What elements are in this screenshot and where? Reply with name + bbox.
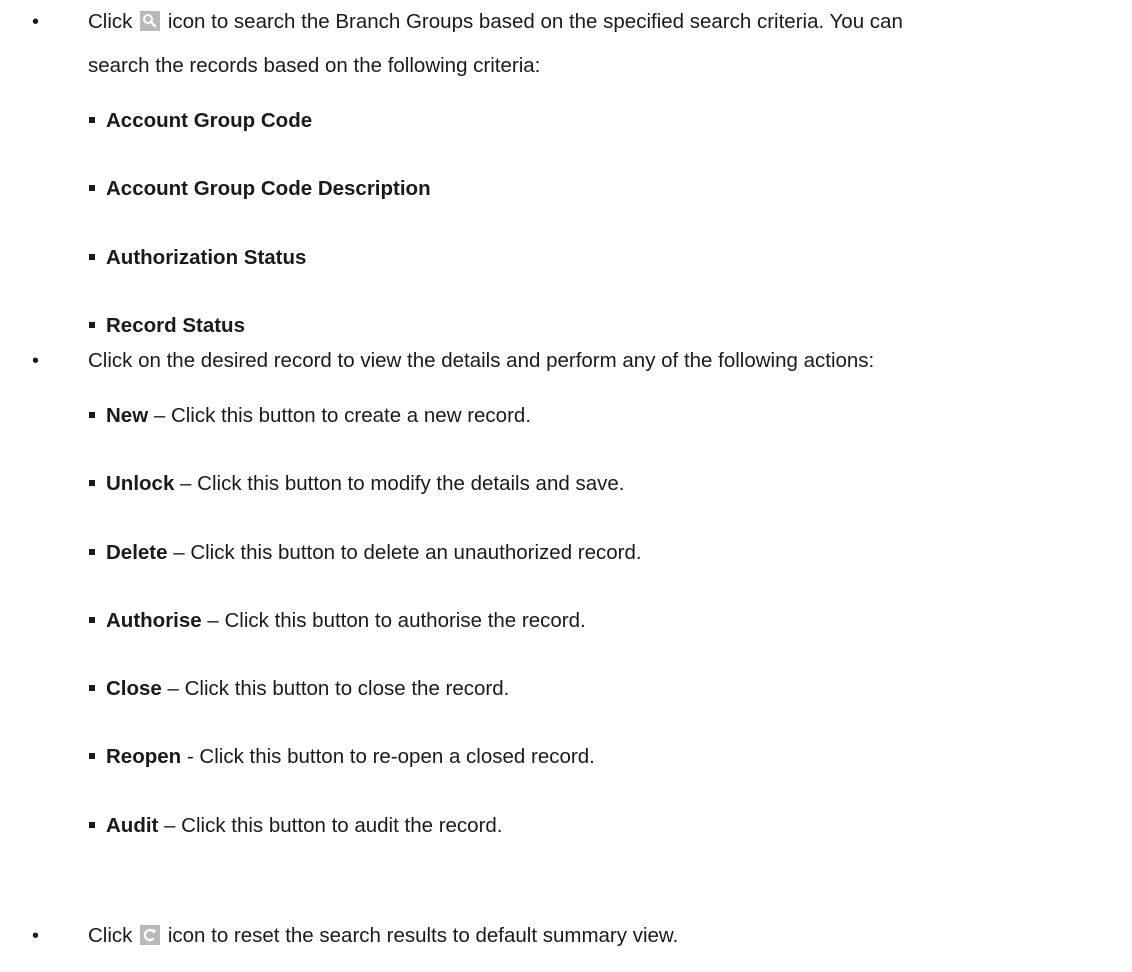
square-bullet [89, 685, 95, 691]
action-label: Delete [106, 541, 168, 564]
action-text: Reopen - Click this button to re-open a … [106, 735, 595, 779]
square-bullet [89, 617, 95, 623]
criteria-label: Account Group Code Description [106, 177, 431, 200]
square-bullet [89, 822, 95, 828]
action-text: New – Click this button to create a new … [106, 394, 531, 438]
action-text: Audit – Click this button to audit the r… [106, 804, 503, 848]
square-bullet [89, 412, 95, 418]
square-bullet [89, 254, 95, 260]
criteria-label: Account Group Code [106, 109, 313, 132]
action-description: – Click this button to delete an unautho… [167, 541, 642, 564]
bullet: • [32, 350, 40, 372]
reset-icon [140, 925, 161, 945]
search-description-continued: search the records based on the followin… [88, 54, 541, 77]
action-label: Close [106, 677, 162, 700]
bullet: • [32, 11, 40, 33]
square-bullet [89, 117, 95, 123]
action-text: Unlock – Click this button to modify the… [106, 462, 624, 506]
click-text: Click [88, 10, 133, 33]
action-description: – Click this button to authorise the rec… [201, 609, 586, 632]
action-label: Reopen [106, 745, 182, 768]
action-text: Authorise – Click this button to authori… [106, 599, 586, 643]
action-label: Audit [106, 814, 159, 837]
reset-description: icon to reset the search results to defa… [167, 924, 679, 947]
criteria-label: Record Status [106, 314, 245, 337]
action-text: Delete – Click this button to delete an … [106, 531, 642, 575]
square-bullet [89, 322, 95, 328]
action-description: – Click this button to modify the detail… [174, 472, 625, 495]
bullet: • [32, 925, 40, 947]
action-text: Close – Click this button to close the r… [106, 667, 509, 711]
search-instruction: Click icon to search the Branch Groups b… [88, 0, 903, 44]
search-description: icon to search the Branch Groups based o… [167, 10, 903, 33]
document-page: • Click icon to search the Branch Groups… [0, 0, 1132, 972]
action-label: New [106, 404, 149, 427]
record-instruction: Click on the desired record to view the … [88, 349, 875, 372]
criteria-label: Authorization Status [106, 246, 307, 269]
reset-instruction: Click icon to reset the search results t… [88, 914, 678, 958]
action-description: - Click this button to re-open a closed … [181, 745, 595, 768]
square-bullet [89, 549, 95, 555]
action-label: Authorise [106, 609, 202, 632]
action-description: – Click this button to create a new reco… [148, 404, 532, 427]
square-bullet [89, 753, 95, 759]
search-icon [140, 11, 161, 31]
click-text: Click [88, 924, 133, 947]
action-description: – Click this button to close the record. [161, 677, 510, 700]
square-bullet [89, 480, 95, 486]
action-label: Unlock [106, 472, 175, 495]
action-description: – Click this button to audit the record. [158, 814, 503, 837]
square-bullet [89, 185, 95, 191]
